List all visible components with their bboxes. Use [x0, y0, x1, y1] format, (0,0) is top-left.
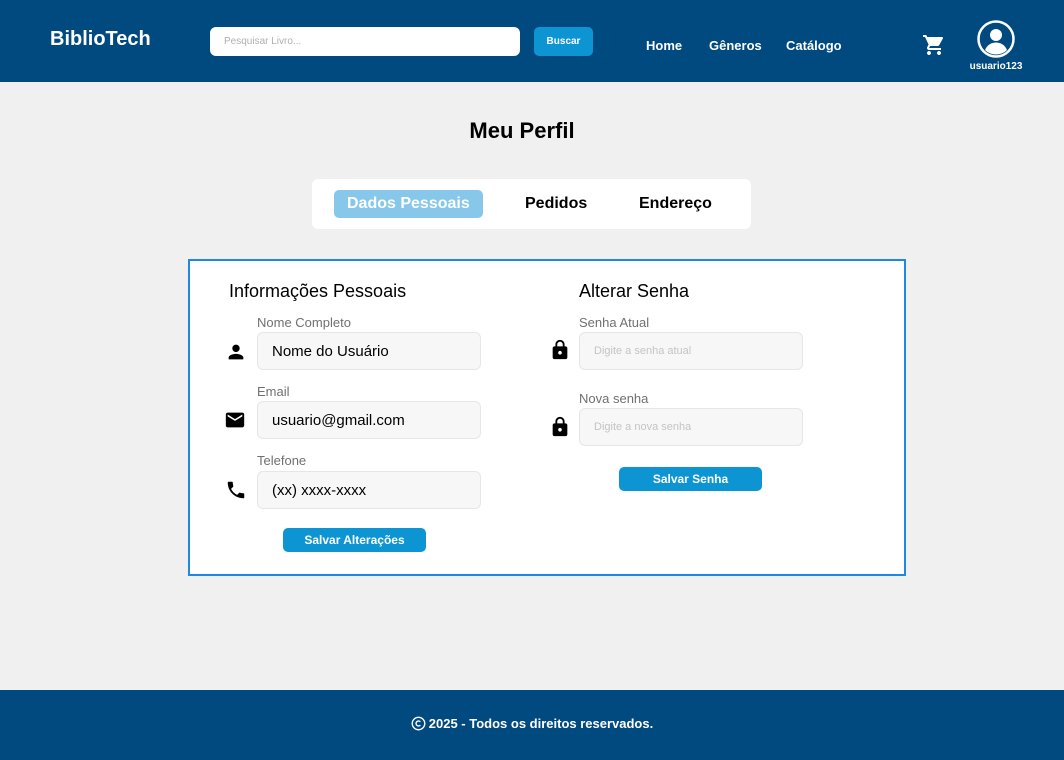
lock-icon — [552, 416, 568, 437]
copyright-text: 2025 - Todos os direitos reservados. — [428, 716, 654, 731]
nav-genres[interactable]: Gêneros — [709, 38, 762, 53]
nav-catalog[interactable]: Catálogo — [786, 38, 842, 53]
tab-address[interactable]: Endereço — [639, 190, 712, 218]
search-input[interactable] — [210, 27, 520, 56]
phone-input[interactable] — [257, 471, 481, 509]
cart-icon[interactable] — [922, 33, 946, 57]
tab-personal-data[interactable]: Dados Pessoais — [334, 190, 483, 218]
site-logo[interactable]: BiblioTech — [50, 28, 151, 51]
copyright-line: 2025 - Todos os direitos reservados. — [0, 716, 1064, 731]
change-password-title: Alterar Senha — [579, 281, 690, 301]
profile-tabs: Dados Pessoais Pedidos Endereço — [312, 179, 751, 229]
page-footer: 2025 - Todos os direitos reservados. — [0, 690, 1064, 760]
current-password-label: Senha Atual — [579, 315, 650, 330]
page-title: Meu Perfil — [469, 118, 575, 143]
email-input[interactable] — [257, 401, 481, 439]
profile-card: Informações Pessoais Nome Completo Email… — [188, 259, 906, 576]
top-header: BiblioTech Buscar Home Gêneros Catálogo … — [0, 0, 1064, 82]
new-password-label: Nova senha — [579, 391, 649, 406]
save-changes-button[interactable]: Salvar Alterações — [283, 528, 426, 552]
nav-home[interactable]: Home — [646, 38, 682, 53]
name-label: Nome Completo — [257, 315, 351, 330]
new-password-input[interactable] — [579, 408, 803, 446]
lock-icon — [552, 339, 568, 360]
email-label: Email — [257, 384, 290, 399]
copyright-icon — [411, 716, 426, 731]
tab-orders[interactable]: Pedidos — [525, 190, 587, 218]
name-input[interactable] — [257, 332, 481, 370]
phone-icon — [227, 481, 245, 499]
account-circle-icon[interactable] — [977, 20, 1015, 58]
current-password-input[interactable] — [579, 332, 803, 370]
phone-label: Telefone — [257, 453, 307, 468]
search-button[interactable]: Buscar — [534, 27, 593, 56]
save-password-button[interactable]: Salvar Senha — [619, 467, 762, 491]
personal-info-title: Informações Pessoais — [229, 281, 407, 301]
person-icon — [228, 344, 244, 360]
username-label[interactable]: usuario123 — [950, 61, 1042, 72]
email-icon — [225, 412, 245, 428]
